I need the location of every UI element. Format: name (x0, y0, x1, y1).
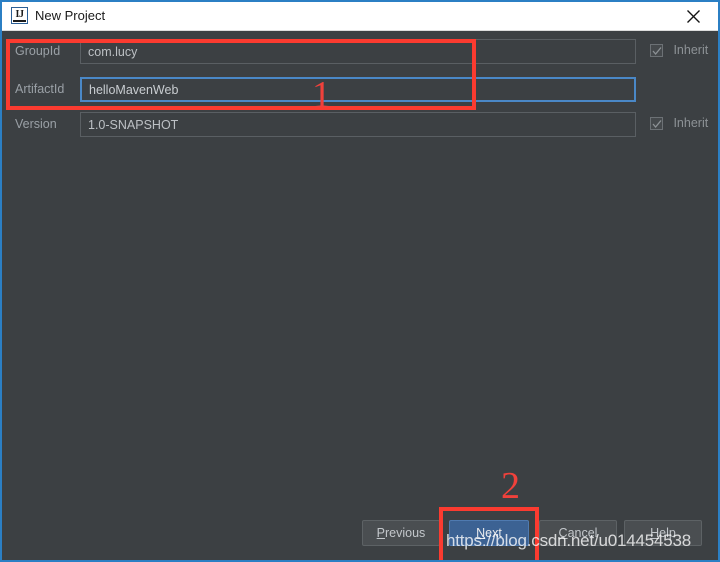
groupid-inherit-checkbox[interactable]: Inherit (650, 42, 708, 61)
title-bar: IJ New Project (2, 2, 718, 31)
version-inherit-checkbox[interactable]: Inherit (650, 115, 708, 134)
form-row-version: Version Inherit (2, 112, 718, 137)
cancel-button[interactable]: Cancel (539, 520, 617, 546)
groupid-input[interactable] (80, 39, 636, 64)
previous-button-label-rest: revious (385, 526, 426, 540)
intellij-idea-icon: IJ (11, 7, 28, 24)
new-project-dialog: IJ New Project GroupId Inherit (0, 0, 720, 562)
checkmark-icon (650, 117, 663, 131)
form-row-groupid: GroupId Inherit (2, 39, 718, 64)
dialog-button-bar: Previous Next Cancel Help (2, 520, 718, 560)
groupid-label: GroupId (15, 44, 61, 58)
version-input[interactable] (80, 112, 636, 137)
groupid-inherit-label: Inherit (673, 43, 709, 58)
dialog-body: GroupId Inherit ArtifactId Version (2, 31, 718, 560)
help-button[interactable]: Help (624, 520, 702, 546)
next-button-label-rest: ext (485, 526, 502, 540)
next-button[interactable]: Next (449, 520, 529, 546)
app-icon-underbar (13, 20, 26, 22)
artifactid-input[interactable] (80, 77, 636, 102)
window-title: New Project (35, 8, 106, 23)
form-row-artifactid: ArtifactId (2, 77, 718, 102)
version-inherit-label: Inherit (673, 116, 709, 131)
help-button-label-rest: elp (659, 526, 676, 540)
close-icon[interactable] (674, 2, 714, 30)
artifactid-label: ArtifactId (15, 82, 65, 96)
version-label: Version (15, 117, 57, 131)
checkmark-icon (650, 44, 663, 58)
cancel-button-label-rest: ancel (567, 526, 598, 540)
previous-button[interactable]: Previous (362, 520, 440, 546)
